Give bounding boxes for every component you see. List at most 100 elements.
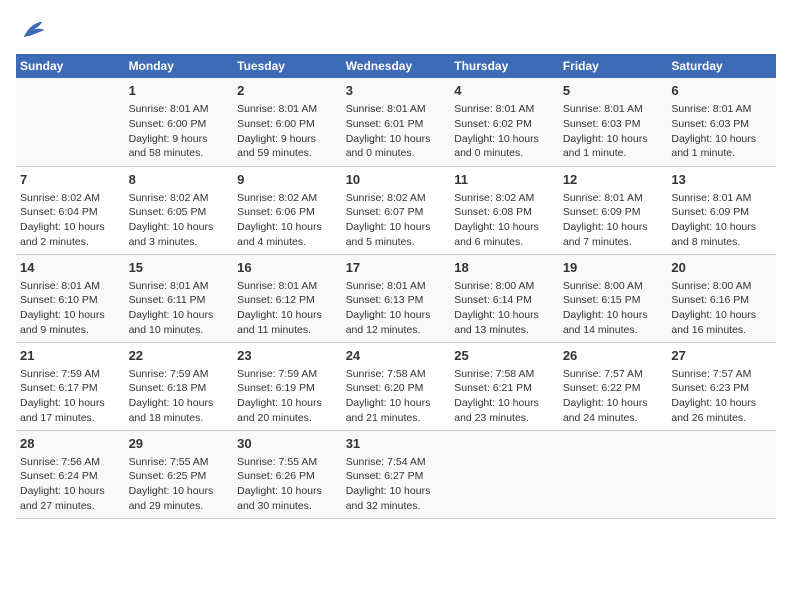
calendar-cell: 28 Sunrise: 7:56 AMSunset: 6:24 PMDayligh… [16,430,125,518]
day-info: Sunrise: 8:01 AMSunset: 6:03 PMDaylight:… [671,102,772,161]
calendar-cell: 15 Sunrise: 8:01 AMSunset: 6:11 PMDayligh… [125,254,234,342]
calendar-cell: 4 Sunrise: 8:01 AMSunset: 6:02 PMDaylight… [450,78,559,166]
day-info: Sunrise: 8:01 AMSunset: 6:09 PMDaylight:… [671,191,772,250]
day-number: 13 [671,171,772,189]
day-number: 28 [20,435,121,453]
day-number: 20 [671,259,772,277]
day-info: Sunrise: 8:02 AMSunset: 6:07 PMDaylight:… [346,191,447,250]
day-info: Sunrise: 8:01 AMSunset: 6:00 PMDaylight:… [129,102,230,161]
day-number: 27 [671,347,772,365]
day-info: Sunrise: 7:57 AMSunset: 6:23 PMDaylight:… [671,367,772,426]
calendar-cell: 10 Sunrise: 8:02 AMSunset: 6:07 PMDayligh… [342,166,451,254]
calendar-cell: 27 Sunrise: 7:57 AMSunset: 6:23 PMDayligh… [667,342,776,430]
day-info: Sunrise: 8:00 AMSunset: 6:15 PMDaylight:… [563,279,664,338]
day-number: 22 [129,347,230,365]
day-info: Sunrise: 7:56 AMSunset: 6:24 PMDaylight:… [20,455,121,514]
day-info: Sunrise: 8:01 AMSunset: 6:00 PMDaylight:… [237,102,338,161]
weekday-header-tuesday: Tuesday [233,54,342,78]
calendar-cell: 7 Sunrise: 8:02 AMSunset: 6:04 PMDaylight… [16,166,125,254]
calendar-cell: 26 Sunrise: 7:57 AMSunset: 6:22 PMDayligh… [559,342,668,430]
day-info: Sunrise: 8:01 AMSunset: 6:10 PMDaylight:… [20,279,121,338]
day-number: 26 [563,347,664,365]
day-number: 30 [237,435,338,453]
day-info: Sunrise: 8:01 AMSunset: 6:09 PMDaylight:… [563,191,664,250]
day-number: 29 [129,435,230,453]
day-number: 12 [563,171,664,189]
calendar-cell: 23Sunrise: 7:59 AMSunset: 6:19 PMDayligh… [233,342,342,430]
day-number: 23 [237,347,338,365]
calendar-cell: 18Sunrise: 8:00 AMSunset: 6:14 PMDayligh… [450,254,559,342]
calendar-cell: 29Sunrise: 7:55 AMSunset: 6:25 PMDayligh… [125,430,234,518]
day-number: 24 [346,347,447,365]
day-number: 9 [237,171,338,189]
day-number: 7 [20,171,121,189]
calendar-cell: 12 Sunrise: 8:01 AMSunset: 6:09 PMDayligh… [559,166,668,254]
weekday-header-thursday: Thursday [450,54,559,78]
day-info: Sunrise: 8:00 AMSunset: 6:16 PMDaylight:… [671,279,772,338]
logo-bird-icon [18,16,46,44]
day-number: 15 [129,259,230,277]
day-number: 2 [237,82,338,100]
calendar-cell: 13 Sunrise: 8:01 AMSunset: 6:09 PMDayligh… [667,166,776,254]
day-number: 10 [346,171,447,189]
calendar-cell: 22 Sunrise: 7:59 AMSunset: 6:18 PMDayligh… [125,342,234,430]
calendar-cell [450,430,559,518]
calendar-table: SundayMondayTuesdayWednesdayThursdayFrid… [16,54,776,519]
calendar-cell: 11Sunrise: 8:02 AMSunset: 6:08 PMDayligh… [450,166,559,254]
calendar-cell [559,430,668,518]
day-number: 1 [129,82,230,100]
day-number: 31 [346,435,447,453]
day-info: Sunrise: 8:01 AMSunset: 6:13 PMDaylight:… [346,279,447,338]
day-number: 16 [237,259,338,277]
day-number: 8 [129,171,230,189]
calendar-cell: 25Sunrise: 7:58 AMSunset: 6:21 PMDayligh… [450,342,559,430]
page-header [16,16,776,44]
logo [16,16,46,44]
calendar-cell: 8 Sunrise: 8:02 AMSunset: 6:05 PMDaylight… [125,166,234,254]
calendar-cell: 17 Sunrise: 8:01 AMSunset: 6:13 PMDayligh… [342,254,451,342]
day-number: 14 [20,259,121,277]
calendar-cell: 20 Sunrise: 8:00 AMSunset: 6:16 PMDayligh… [667,254,776,342]
calendar-cell: 19Sunrise: 8:00 AMSunset: 6:15 PMDayligh… [559,254,668,342]
week-row-5: 28 Sunrise: 7:56 AMSunset: 6:24 PMDayligh… [16,430,776,518]
day-number: 18 [454,259,555,277]
weekday-header-row: SundayMondayTuesdayWednesdayThursdayFrid… [16,54,776,78]
day-info: Sunrise: 7:58 AMSunset: 6:21 PMDaylight:… [454,367,555,426]
calendar-cell: 5 Sunrise: 8:01 AMSunset: 6:03 PMDaylight… [559,78,668,166]
calendar-cell: 24 Sunrise: 7:58 AMSunset: 6:20 PMDayligh… [342,342,451,430]
day-info: Sunrise: 8:01 AMSunset: 6:11 PMDaylight:… [129,279,230,338]
day-number: 4 [454,82,555,100]
day-info: Sunrise: 8:02 AMSunset: 6:05 PMDaylight:… [129,191,230,250]
day-info: Sunrise: 7:54 AMSunset: 6:27 PMDaylight:… [346,455,447,514]
calendar-cell: 30 Sunrise: 7:55 AMSunset: 6:26 PMDayligh… [233,430,342,518]
day-info: Sunrise: 8:02 AMSunset: 6:06 PMDaylight:… [237,191,338,250]
day-info: Sunrise: 8:01 AMSunset: 6:02 PMDaylight:… [454,102,555,161]
calendar-cell: 2 Sunrise: 8:01 AMSunset: 6:00 PMDaylight… [233,78,342,166]
day-info: Sunrise: 7:59 AMSunset: 6:18 PMDaylight:… [129,367,230,426]
day-info: Sunrise: 7:58 AMSunset: 6:20 PMDaylight:… [346,367,447,426]
day-info: Sunrise: 8:01 AMSunset: 6:01 PMDaylight:… [346,102,447,161]
day-info: Sunrise: 8:01 AMSunset: 6:03 PMDaylight:… [563,102,664,161]
day-info: Sunrise: 7:57 AMSunset: 6:22 PMDaylight:… [563,367,664,426]
calendar-cell: 3 Sunrise: 8:01 AMSunset: 6:01 PMDaylight… [342,78,451,166]
calendar-cell: 31 Sunrise: 7:54 AMSunset: 6:27 PMDayligh… [342,430,451,518]
day-number: 11 [454,171,555,189]
calendar-cell: 16 Sunrise: 8:01 AMSunset: 6:12 PMDayligh… [233,254,342,342]
week-row-1: 1 Sunrise: 8:01 AMSunset: 6:00 PMDaylight… [16,78,776,166]
day-info: Sunrise: 8:02 AMSunset: 6:04 PMDaylight:… [20,191,121,250]
day-info: Sunrise: 7:59 AMSunset: 6:17 PMDaylight:… [20,367,121,426]
day-number: 17 [346,259,447,277]
day-number: 5 [563,82,664,100]
calendar-cell [16,78,125,166]
week-row-4: 21 Sunrise: 7:59 AMSunset: 6:17 PMDayligh… [16,342,776,430]
day-info: Sunrise: 8:01 AMSunset: 6:12 PMDaylight:… [237,279,338,338]
day-number: 3 [346,82,447,100]
calendar-cell: 21 Sunrise: 7:59 AMSunset: 6:17 PMDayligh… [16,342,125,430]
weekday-header-friday: Friday [559,54,668,78]
day-info: Sunrise: 7:55 AMSunset: 6:26 PMDaylight:… [237,455,338,514]
week-row-2: 7 Sunrise: 8:02 AMSunset: 6:04 PMDaylight… [16,166,776,254]
day-number: 21 [20,347,121,365]
day-number: 6 [671,82,772,100]
weekday-header-wednesday: Wednesday [342,54,451,78]
calendar-cell: 9 Sunrise: 8:02 AMSunset: 6:06 PMDaylight… [233,166,342,254]
